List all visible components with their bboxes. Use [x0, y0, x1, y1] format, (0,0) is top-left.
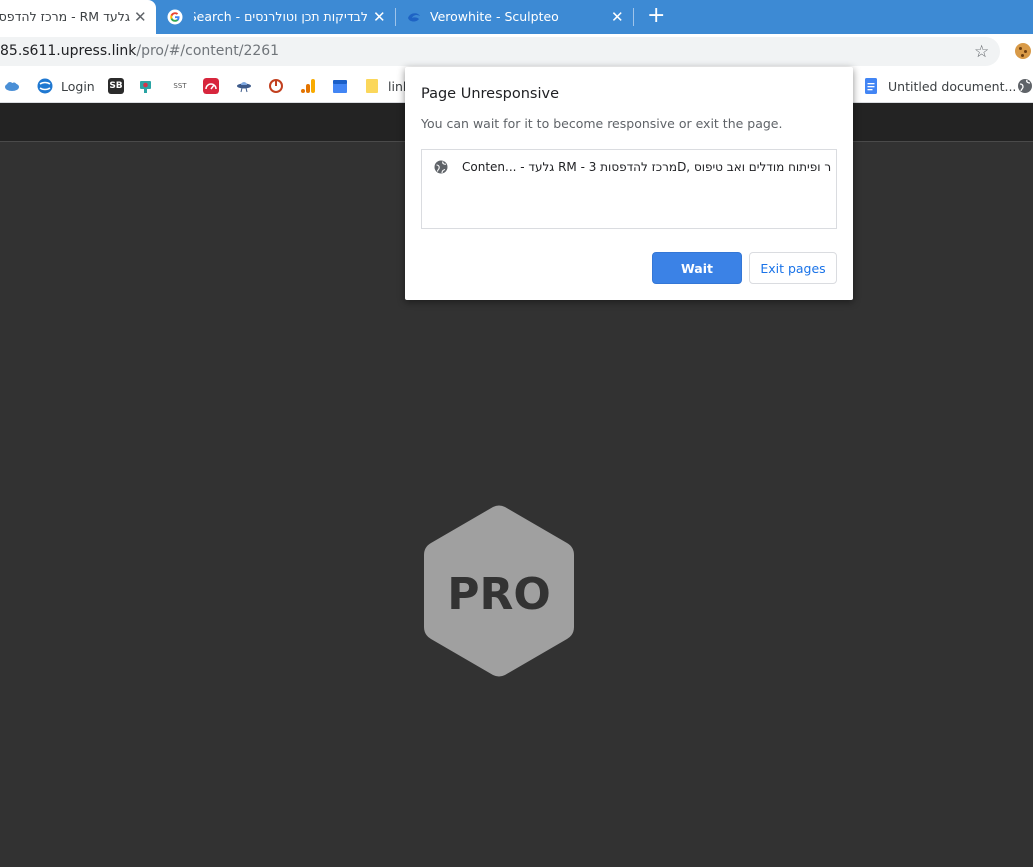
- bookmark-sst[interactable]: SST: [171, 77, 189, 95]
- docs-icon: [865, 78, 877, 94]
- tab-close-icon[interactable]: ✕: [134, 10, 147, 25]
- tab-strip: גלעד RM - מרכז להדפסות ✕ לבדיקות תכן וטו…: [0, 0, 1033, 34]
- bookmark-label: Login: [61, 78, 95, 94]
- bookmark-link-folder[interactable]: link: [364, 77, 410, 95]
- dialog-title: Page Unresponsive: [421, 86, 559, 102]
- login-swirl-icon: [37, 78, 53, 94]
- sst-icon: SST: [173, 82, 187, 90]
- new-tab-button[interactable]: +: [647, 5, 665, 27]
- bookmark-star-icon[interactable]: ☆: [974, 42, 989, 62]
- cloud-icon: [5, 82, 19, 91]
- address-bar[interactable]: 85.s611.upress.link/pro/#/content/2261 ☆: [0, 37, 1000, 66]
- logo-text: PRO: [447, 569, 551, 620]
- bookmark-analytics[interactable]: [300, 77, 316, 95]
- tab-title: גלעד RM - מרכז להדפסות: [0, 9, 130, 24]
- analytics-icon: [301, 79, 315, 93]
- bookmark-sb[interactable]: SB: [108, 77, 124, 95]
- tab-close-icon[interactable]: ✕: [611, 10, 624, 25]
- browser-toolbar: 85.s611.upress.link/pro/#/content/2261 ☆: [0, 34, 1033, 70]
- url-text[interactable]: 85.s611.upress.link/pro/#/content/2261: [0, 43, 279, 59]
- tab-close-icon[interactable]: ✕: [373, 10, 386, 25]
- pro-logo: PRO: [424, 505, 574, 677]
- page-unresponsive-dialog: Page Unresponsive You can wait for it to…: [405, 67, 853, 300]
- tab-google-search[interactable]: לבדיקות תכן וטולרנסים - Search : ✕: [158, 0, 394, 34]
- page-entry-title: Conten... - גלעד RM - מרכז להדפסות 3D, י…: [462, 160, 832, 174]
- ring-icon: [269, 79, 283, 93]
- bookmark-camera[interactable]: [139, 77, 155, 95]
- unresponsive-pages-list[interactable]: Conten... - גלעד RM - מרכז להדפסות 3D, י…: [421, 149, 837, 229]
- wait-button[interactable]: Wait: [652, 252, 742, 284]
- tab-separator: [633, 8, 634, 26]
- google-icon: [167, 9, 183, 25]
- bookmark-cloud[interactable]: [4, 77, 20, 95]
- dialog-message: You can wait for it to become responsive…: [421, 116, 783, 131]
- list-item[interactable]: Conten... - גלעד RM - מרכז להדפסות 3D, י…: [434, 158, 832, 176]
- tab-title: Verowhite - Sculpteo: [430, 9, 559, 24]
- sculpteo-icon: [408, 13, 420, 22]
- tab-active[interactable]: גלעד RM - מרכז להדפסות ✕: [0, 0, 156, 34]
- tab-sculpteo[interactable]: Verowhite - Sculpteo ✕: [397, 0, 633, 34]
- bookmark-login[interactable]: Login: [37, 77, 95, 95]
- bookmark-speedometer[interactable]: [203, 77, 219, 95]
- folder-icon: [366, 79, 378, 93]
- exit-pages-button[interactable]: Exit pages: [749, 252, 837, 284]
- speedometer-icon: [203, 78, 219, 94]
- globe-icon: [1018, 79, 1032, 93]
- globe-icon: [434, 160, 448, 174]
- url-host: 85.s611.upress.link: [0, 43, 137, 59]
- tab-title: לבדיקות תכן וטולרנסים - Search :: [194, 9, 368, 24]
- bookmark-untitled-document[interactable]: Untitled document...: [863, 77, 1016, 95]
- cookie-extension-icon[interactable]: [1015, 43, 1031, 59]
- url-path: /pro/#/content/2261: [136, 43, 280, 59]
- tab-separator: [395, 8, 396, 26]
- bookmark-label: Untitled document...: [888, 78, 1017, 94]
- bookmark-business[interactable]: [332, 77, 348, 95]
- ufo-icon: [237, 82, 251, 93]
- sb-icon: SB: [108, 78, 124, 94]
- camera-icon: [140, 81, 151, 93]
- bookmark-ring[interactable]: [268, 77, 284, 95]
- bookmark-globe[interactable]: [1017, 77, 1033, 95]
- business-icon: [333, 80, 347, 93]
- bookmark-ufo[interactable]: [236, 77, 252, 95]
